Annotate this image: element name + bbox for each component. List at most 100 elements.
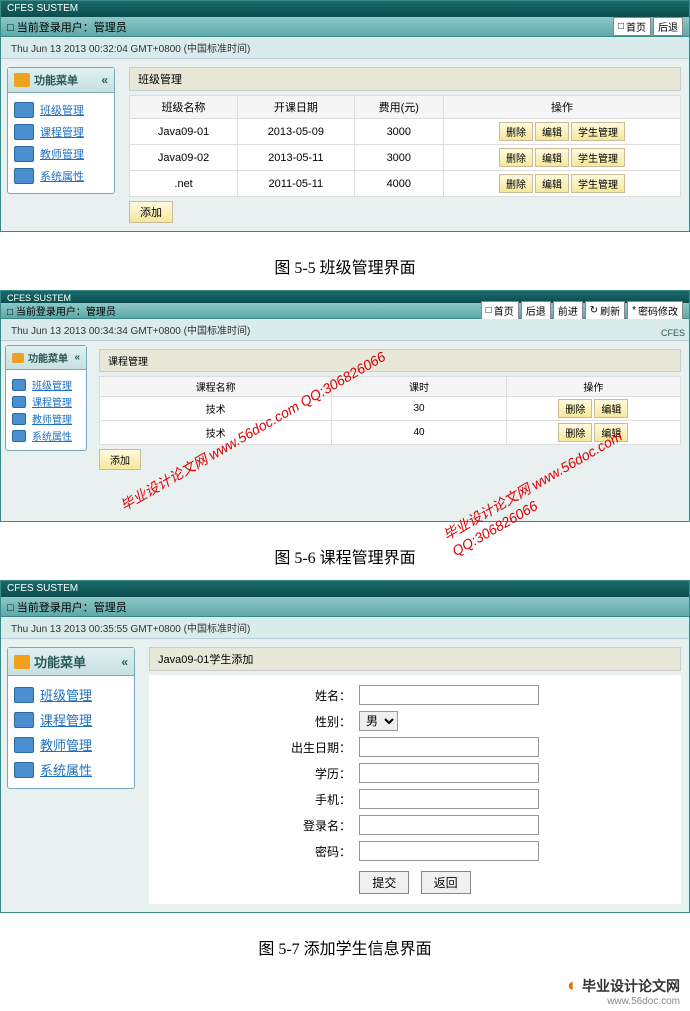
phone-field[interactable] xyxy=(359,789,539,809)
sidebar-item-system[interactable]: 系统属性 xyxy=(12,165,110,187)
login-label: 登录名： xyxy=(159,817,359,834)
edit-button[interactable]: 编辑 xyxy=(594,423,628,442)
back-button[interactable]: 返回 xyxy=(421,871,471,894)
globe-icon: ◐ xyxy=(567,975,578,995)
system-icon xyxy=(12,430,26,442)
nav-home-button[interactable]: □ 首页 xyxy=(481,301,519,320)
table-row: 技术40 删除编辑 xyxy=(100,421,681,445)
sidebar-item-class[interactable]: 班级管理 xyxy=(12,99,110,121)
section-title: 课程管理 xyxy=(99,349,681,372)
login-field[interactable] xyxy=(359,815,539,835)
edit-button[interactable]: 编辑 xyxy=(535,174,569,193)
col-action: 操作 xyxy=(506,377,680,397)
course-icon xyxy=(14,712,34,728)
panel-course-management: CFES SUSTEM □ 当前登录用户：管理员 □ 首页 后退 前进 ↻ 刷新… xyxy=(0,290,690,522)
header-bar: □ 当前登录用户：管理员 □ 首页 后退 xyxy=(1,17,689,37)
teacher-icon xyxy=(12,413,26,425)
content-area: Java09-01学生添加 姓名： 性别：男 出生日期： 学历： 手机： 登录名… xyxy=(141,639,689,912)
edu-field[interactable] xyxy=(359,763,539,783)
nav-home-button[interactable]: □ 首页 xyxy=(613,17,651,36)
sidebar-item-teacher[interactable]: 教师管理 xyxy=(12,732,130,757)
titlebar: CFES SUSTEM xyxy=(1,581,689,597)
sidebar-item-class[interactable]: 班级管理 xyxy=(12,682,130,707)
sidebar-title: 功能菜单 « xyxy=(8,648,134,676)
delete-button[interactable]: 删除 xyxy=(558,423,592,442)
delete-button[interactable]: 删除 xyxy=(499,122,533,141)
teacher-icon xyxy=(14,737,34,753)
system-icon xyxy=(14,762,34,778)
nav-back-button[interactable]: 后退 xyxy=(653,17,683,36)
timestamp-bar: Thu Jun 13 2013 00:32:04 GMT+0800 (中国标准时… xyxy=(1,37,689,59)
collapse-icon[interactable]: « xyxy=(74,352,80,363)
sidebar-item-teacher[interactable]: 教师管理 xyxy=(10,410,82,427)
sidebar-item-course[interactable]: 课程管理 xyxy=(12,707,130,732)
pwd-label: 密码： xyxy=(159,843,359,860)
student-mgmt-button[interactable]: 学生管理 xyxy=(571,148,625,167)
section-title: Java09-01学生添加 xyxy=(149,647,681,671)
footer-brand: ◐ 毕业设计论文网 www.56doc.com xyxy=(0,971,690,1011)
sidebar-item-class[interactable]: 班级管理 xyxy=(10,376,82,393)
section-title: 班级管理 xyxy=(129,67,681,91)
teacher-icon xyxy=(14,146,34,162)
menu-icon xyxy=(14,73,30,87)
col-action: 操作 xyxy=(444,96,681,119)
class-icon xyxy=(14,687,34,703)
sidebar-item-system[interactable]: 系统属性 xyxy=(12,757,130,782)
sidebar: 功能菜单 « 班级管理 课程管理 教师管理 系统属性 xyxy=(1,59,121,231)
nav-forward-button[interactable]: 前进 xyxy=(553,301,583,320)
sidebar: 功能菜单 « 班级管理 课程管理 教师管理 系统属性 xyxy=(1,639,141,912)
class-icon xyxy=(14,102,34,118)
menu-icon xyxy=(12,353,24,363)
col-fee: 费用(元) xyxy=(354,96,444,119)
sidebar-item-system[interactable]: 系统属性 xyxy=(10,427,82,444)
timestamp-bar: Thu Jun 13 2013 00:35:55 GMT+0800 (中国标准时… xyxy=(1,617,689,639)
add-button[interactable]: 添加 xyxy=(99,449,141,470)
collapse-icon[interactable]: « xyxy=(121,655,128,669)
add-button[interactable]: 添加 xyxy=(129,201,173,223)
student-mgmt-button[interactable]: 学生管理 xyxy=(571,122,625,141)
edit-button[interactable]: 编辑 xyxy=(535,148,569,167)
menu-icon xyxy=(14,655,30,669)
delete-button[interactable]: 删除 xyxy=(499,148,533,167)
header-bar: □ 当前登录用户：管理员 xyxy=(1,597,689,617)
delete-button[interactable]: 删除 xyxy=(499,174,533,193)
course-icon xyxy=(14,124,34,140)
class-icon xyxy=(12,379,26,391)
collapse-icon[interactable]: « xyxy=(101,73,108,87)
col-date: 开课日期 xyxy=(238,96,354,119)
edu-label: 学历： xyxy=(159,765,359,782)
current-user: □ 当前登录用户：管理员 xyxy=(7,599,127,615)
name-field[interactable] xyxy=(359,685,539,705)
titlebar: CFES SUSTEM xyxy=(1,1,689,17)
delete-button[interactable]: 删除 xyxy=(558,399,592,418)
student-mgmt-button[interactable]: 学生管理 xyxy=(571,174,625,193)
nav-pwd-button[interactable]: * 密码修改 xyxy=(627,301,683,320)
caption-5-6: 图 5-6 课程管理界面 xyxy=(0,532,690,580)
edit-button[interactable]: 编辑 xyxy=(535,122,569,141)
sidebar-title: 功能菜单 « xyxy=(6,346,86,370)
caption-5-5: 图 5-5 班级管理界面 xyxy=(0,242,690,290)
sidebar-item-teacher[interactable]: 教师管理 xyxy=(12,143,110,165)
col-name: 课程名称 xyxy=(100,377,332,397)
birth-field[interactable] xyxy=(359,737,539,757)
student-form: 姓名： 性别：男 出生日期： 学历： 手机： 登录名： 密码： 提交 返回 xyxy=(149,675,681,904)
gender-label: 性别： xyxy=(159,713,359,730)
sidebar-item-course[interactable]: 课程管理 xyxy=(10,393,82,410)
panel-class-management: CFES SUSTEM □ 当前登录用户：管理员 □ 首页 后退 Thu Jun… xyxy=(0,0,690,232)
current-user: □ 当前登录用户：管理员 xyxy=(7,303,116,318)
submit-button[interactable]: 提交 xyxy=(359,871,409,894)
nav-refresh-button[interactable]: ↻ 刷新 xyxy=(585,301,625,320)
current-user: □ 当前登录用户：管理员 xyxy=(7,19,127,35)
panel-add-student: CFES SUSTEM □ 当前登录用户：管理员 Thu Jun 13 2013… xyxy=(0,580,690,913)
nav-back-button[interactable]: 后退 xyxy=(521,301,551,320)
sidebar-item-course[interactable]: 课程管理 xyxy=(12,121,110,143)
sidebar-title: 功能菜单 « xyxy=(8,68,114,93)
pwd-field[interactable] xyxy=(359,841,539,861)
table-row: Java09-022013-05-113000 删除编辑学生管理 xyxy=(130,145,681,171)
caption-5-7: 图 5-7 添加学生信息界面 xyxy=(0,923,690,971)
table-row: .net2011-05-114000 删除编辑学生管理 xyxy=(130,171,681,197)
edit-button[interactable]: 编辑 xyxy=(594,399,628,418)
content-area: 班级管理 班级名称 开课日期 费用(元) 操作 Java09-012013-05… xyxy=(121,59,689,231)
gender-select[interactable]: 男 xyxy=(359,711,398,731)
class-table: 班级名称 开课日期 费用(元) 操作 Java09-012013-05-0930… xyxy=(129,95,681,197)
